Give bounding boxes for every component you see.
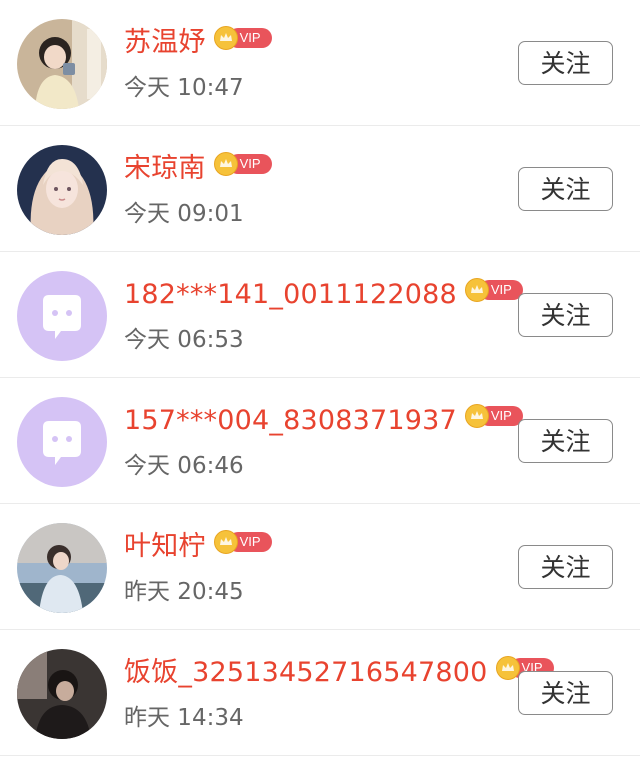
list-item[interactable]: 157***004_8308371937 VIP 今天 06:46 关注	[0, 378, 640, 504]
user-name[interactable]: 苏温妤	[124, 22, 206, 64]
crown-icon	[213, 152, 238, 176]
avatar[interactable]	[17, 19, 107, 109]
user-name[interactable]: 157***004_8308371937	[124, 400, 457, 442]
timestamp: 今天 06:46	[124, 453, 244, 479]
crown-icon	[495, 656, 520, 680]
timestamp: 昨天 14:34	[124, 705, 244, 731]
follow-button[interactable]: 关注	[518, 167, 613, 211]
user-name[interactable]: 182***141_0011122088	[124, 274, 457, 316]
crown-icon	[464, 404, 489, 428]
follow-button[interactable]: 关注	[518, 293, 613, 337]
follow-button[interactable]: 关注	[518, 419, 613, 463]
list-item[interactable]: 苏温妤 VIP 今天 10:47 关注	[0, 0, 640, 126]
crown-icon	[213, 530, 238, 554]
vip-badge: VIP	[213, 530, 272, 554]
timestamp: 今天 06:53	[124, 327, 244, 353]
avatar[interactable]	[17, 649, 107, 739]
avatar[interactable]	[17, 271, 107, 361]
follow-list: 苏温妤 VIP 今天 10:47 关注 宋琼南 VIP 今天 09:01 关注 …	[0, 0, 640, 758]
vip-badge: VIP	[213, 152, 272, 176]
timestamp: 今天 09:01	[124, 201, 244, 227]
follow-button[interactable]: 关注	[518, 671, 613, 715]
timestamp: 昨天 20:45	[124, 579, 244, 605]
avatar[interactable]	[17, 523, 107, 613]
list-item[interactable]: 宋琼南 VIP 今天 09:01 关注	[0, 126, 640, 252]
crown-icon	[213, 26, 238, 50]
vip-badge: VIP	[464, 278, 523, 302]
list-item[interactable]: 叶知柠 VIP 昨天 20:45 关注	[0, 504, 640, 630]
user-name[interactable]: 宋琼南	[124, 148, 206, 190]
follow-button[interactable]: 关注	[518, 41, 613, 85]
vip-badge: VIP	[213, 26, 272, 50]
user-name[interactable]: 叶知柠	[124, 526, 206, 568]
timestamp: 今天 10:47	[124, 75, 244, 101]
avatar[interactable]	[17, 145, 107, 235]
default-avatar-icon	[17, 271, 107, 361]
list-item[interactable]: 182***141_0011122088 VIP 今天 06:53 关注	[0, 252, 640, 378]
follow-button[interactable]: 关注	[518, 545, 613, 589]
avatar[interactable]	[17, 397, 107, 487]
user-name[interactable]: 饭饭_32513452716547800	[124, 652, 488, 694]
vip-badge: VIP	[464, 404, 523, 428]
crown-icon	[464, 278, 489, 302]
list-item[interactable]: 饭饭_32513452716547800 VIP 昨天 14:34 关注	[0, 630, 640, 756]
default-avatar-icon	[17, 397, 107, 487]
